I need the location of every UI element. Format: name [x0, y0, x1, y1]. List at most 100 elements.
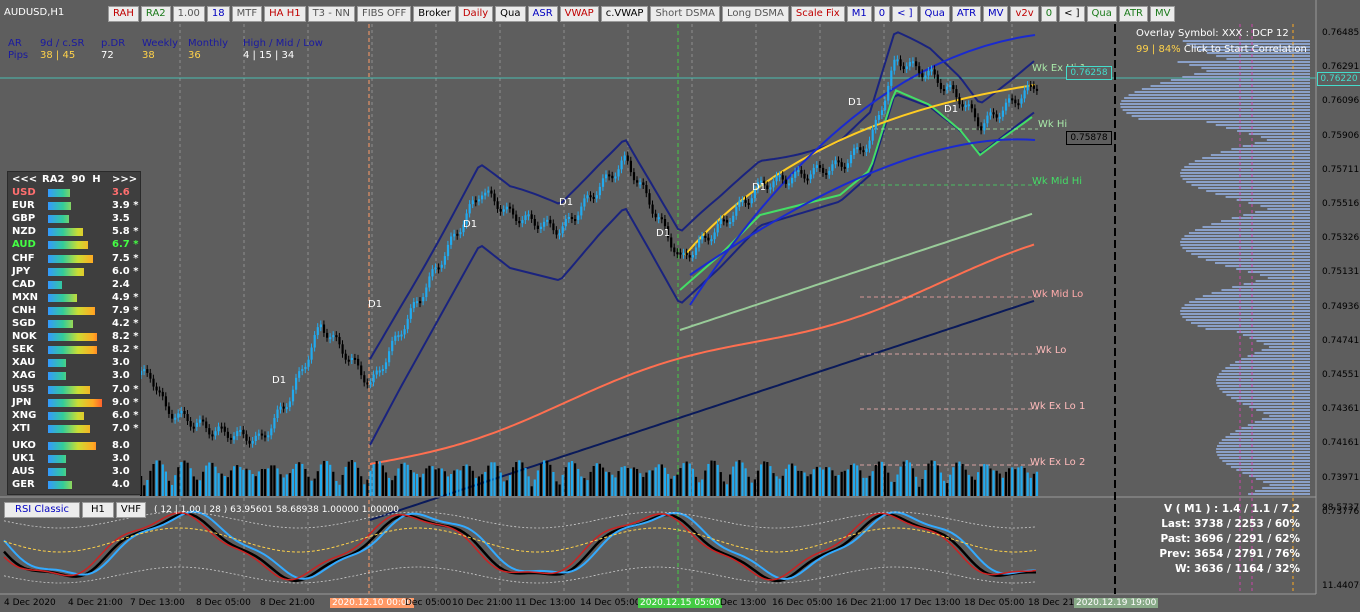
volume-bar: [406, 464, 409, 496]
toolbar-button-[interactable]: < ]: [892, 6, 918, 22]
currency-row-aus[interactable]: AUS 3.0: [8, 466, 140, 478]
currency-row-nok[interactable]: NOK 8.2 *: [8, 331, 140, 343]
candle: [822, 167, 825, 173]
toolbar-button-qua[interactable]: Qua: [495, 6, 526, 22]
volume-bar: [583, 478, 586, 496]
currency-row-nzd[interactable]: NZD 5.8 *: [8, 226, 140, 238]
toolbar-button-broker[interactable]: Broker: [413, 6, 456, 22]
candle: [685, 252, 688, 256]
candle: [859, 147, 862, 151]
currency-row-us5[interactable]: US5 7.0 *: [8, 384, 140, 396]
volume-profile-bar: [1216, 448, 1310, 450]
toolbar-button-c-vwap[interactable]: c.VWAP: [600, 6, 649, 22]
correlation-link[interactable]: 99 | 84% Click to Start Correlation: [1136, 44, 1307, 55]
volume-profile-bar: [1195, 298, 1310, 300]
currency-row-jpy[interactable]: JPY 6.0 *: [8, 266, 140, 278]
candle: [236, 431, 239, 437]
time-axis-label: 16 Dec 21:00: [836, 598, 897, 608]
candle: [552, 223, 555, 231]
strength-value: 6.0 *: [112, 265, 139, 277]
currency-row-aud[interactable]: AUD 6.7 *: [8, 239, 140, 251]
toolbar-button-vwap[interactable]: VWAP: [559, 6, 599, 22]
toolbar-button-[interactable]: < ]: [1059, 6, 1085, 22]
volume-profile-bar: [1141, 88, 1310, 90]
toolbar-button-0[interactable]: 0: [873, 6, 891, 22]
currency-row-sgd[interactable]: SGD 4.2 *: [8, 318, 140, 330]
currency-row-xau[interactable]: XAU 3.0: [8, 357, 140, 369]
toolbar-button-rah[interactable]: RAH: [108, 6, 139, 22]
candle: [394, 335, 397, 341]
volume-bar: [660, 464, 663, 496]
toolbar-button-v2v[interactable]: v2v: [1010, 6, 1039, 22]
toolbar-button-atr[interactable]: ATR: [951, 6, 982, 22]
toolbar-button-1-00[interactable]: 1.00: [172, 6, 205, 22]
currency-code: GBP: [12, 213, 36, 225]
currency-row-gbp[interactable]: GBP 3.5: [8, 213, 140, 225]
volume-bar: [310, 480, 313, 496]
candle: [347, 359, 350, 362]
volume-profile-bar: [1254, 352, 1310, 354]
volume-bar: [285, 474, 288, 496]
candle: [670, 237, 673, 248]
volume-bar: [518, 460, 521, 496]
volume-bar: [344, 466, 347, 496]
volume-bar: [784, 468, 787, 496]
d1-marker: D1: [463, 219, 478, 230]
ra2-prev-button[interactable]: <<<: [12, 174, 37, 185]
candle: [642, 182, 645, 185]
toolbar-button-asr[interactable]: ASR: [527, 6, 558, 22]
candle: [419, 301, 422, 304]
candle: [428, 276, 431, 288]
currency-row-xng[interactable]: XNG 6.0 *: [8, 410, 140, 422]
toolbar-button-short-dsma[interactable]: Short DSMA: [650, 6, 720, 22]
volume-bar: [1035, 471, 1039, 496]
toolbar-button-ha-h1[interactable]: HA H1: [264, 6, 306, 22]
toolbar-button-qua[interactable]: Qua: [1086, 6, 1117, 22]
toolbar-button-m1[interactable]: M1: [846, 6, 872, 22]
currency-row-xag[interactable]: XAG 3.0: [8, 370, 140, 382]
currency-row-jpn[interactable]: JPN 9.0 *: [8, 397, 140, 409]
volume-profile-bar: [1248, 493, 1310, 495]
volume-bar: [322, 460, 326, 496]
currency-row-ger[interactable]: GER 4.0: [8, 479, 140, 491]
volume-profile-bar: [1191, 184, 1310, 186]
currency-row-uk1[interactable]: UK1 3.0: [8, 453, 140, 465]
osc-timeframe-button[interactable]: H1: [82, 502, 114, 518]
toolbar-button-mtf[interactable]: MTF: [231, 6, 263, 22]
volume-bar: [341, 474, 344, 496]
currency-row-usd[interactable]: USD 3.6: [8, 187, 140, 199]
volume-bar: [713, 460, 716, 496]
toolbar-button-long-dsma[interactable]: Long DSMA: [721, 6, 789, 22]
candle: [164, 396, 167, 407]
candle: [211, 434, 214, 437]
candle: [654, 213, 657, 218]
currency-row-cad[interactable]: CAD 2.4: [8, 279, 140, 291]
toolbar-button-18[interactable]: 18: [206, 6, 230, 22]
toolbar-button-ra2[interactable]: RA2: [140, 6, 171, 22]
toolbar-button-t3-nn[interactable]: T3 - NN: [307, 6, 355, 22]
toolbar-button-atr[interactable]: ATR: [1118, 6, 1148, 22]
currency-row-chf[interactable]: CHF 7.5 *: [8, 253, 140, 265]
toolbar-button-qua[interactable]: Qua: [919, 6, 950, 22]
candle: [493, 193, 496, 202]
toolbar-button-daily[interactable]: Daily: [457, 6, 494, 22]
toolbar-button-0[interactable]: 0: [1040, 6, 1058, 22]
toolbar-button-scale-fix[interactable]: Scale Fix: [790, 6, 845, 22]
currency-row-cnh[interactable]: CNH 7.9 *: [8, 305, 140, 317]
currency-row-xti[interactable]: XTI 7.0 *: [8, 423, 140, 435]
toolbar-button-mv[interactable]: MV: [983, 6, 1009, 22]
vhf-button[interactable]: VHF: [115, 502, 147, 518]
currency-row-eur[interactable]: EUR 3.9 *: [8, 200, 140, 212]
volume-profile-bar: [1242, 145, 1310, 147]
volume-bar: [871, 471, 874, 496]
time-axis-label: Dec 05:00: [405, 598, 452, 608]
currency-row-sek[interactable]: SEK 8.2 *: [8, 344, 140, 356]
level-wk-hi: Wk Hi: [1038, 119, 1068, 130]
toolbar-button-fibs-off[interactable]: FIBS OFF: [356, 6, 412, 22]
ra2-next-button[interactable]: >>>: [112, 174, 137, 185]
currency-row-mxn[interactable]: MXN 4.9 *: [8, 292, 140, 304]
toolbar-button-mv[interactable]: MV: [1150, 6, 1176, 22]
rsi-classic-button[interactable]: RSI Classic: [4, 502, 81, 518]
candle: [251, 441, 254, 444]
currency-row-uko[interactable]: UKO 8.0: [8, 440, 140, 452]
